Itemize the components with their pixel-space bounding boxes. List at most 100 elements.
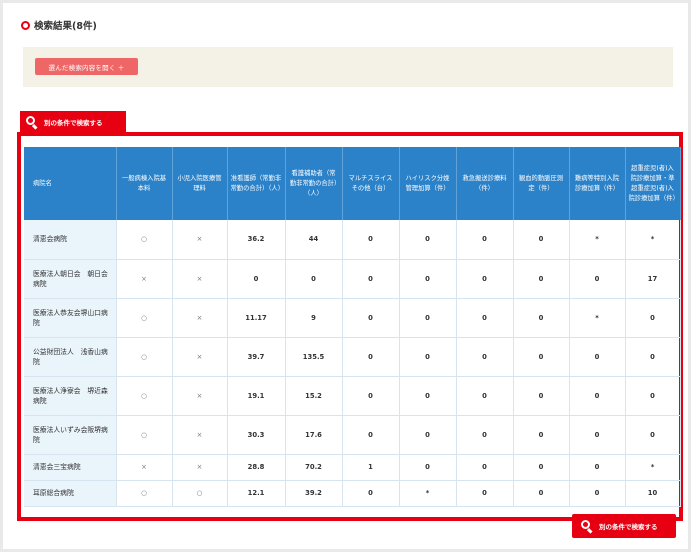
hospital-name-cell[interactable]: 清恵会三宝病院 bbox=[24, 454, 117, 481]
table-cell: ○ bbox=[116, 480, 173, 507]
table-cell: 0 bbox=[227, 259, 286, 299]
table-cell: × bbox=[172, 376, 228, 416]
table-cell: 0 bbox=[456, 480, 514, 507]
table-cell: 0 bbox=[399, 337, 457, 377]
table-cell: 44 bbox=[285, 220, 343, 260]
table-cell: 0 bbox=[456, 298, 514, 338]
table-cell: 28.8 bbox=[227, 454, 286, 481]
table-cell: 0 bbox=[513, 415, 570, 455]
table-cell: 0 bbox=[342, 220, 400, 260]
table-cell: 1 bbox=[342, 454, 400, 481]
hospital-name-cell[interactable]: 清恵会病院 bbox=[24, 220, 117, 260]
circle-bullet-icon bbox=[21, 20, 30, 30]
table-cell: 15.2 bbox=[285, 376, 343, 416]
column-header: 難病等特別入院診療加算（件） bbox=[569, 147, 626, 220]
table-cell: 0 bbox=[342, 337, 400, 377]
table-cell: 0 bbox=[456, 337, 514, 377]
table-cell: × bbox=[172, 298, 228, 338]
table-cell: * bbox=[625, 454, 681, 481]
table-row: 清恵会三宝病院 × × 28.8 70.2 1 0 0 0 0 * bbox=[24, 454, 681, 481]
results-heading: 検索結果(8件) bbox=[21, 18, 97, 32]
table-cell: 39.7 bbox=[227, 337, 286, 377]
table-row: 医療法人いずみ会阪堺病院 ○ × 30.3 17.6 0 0 0 0 0 0 bbox=[24, 415, 681, 455]
open-conditions-button[interactable]: 選んだ検索内容を開く ＋ bbox=[35, 58, 138, 75]
table-cell: ○ bbox=[116, 298, 173, 338]
search-icon bbox=[580, 519, 594, 534]
column-header: 看護補助者（常勤非常勤の合計）（人） bbox=[285, 147, 343, 220]
table-cell: 0 bbox=[456, 376, 514, 416]
hospital-name-cell[interactable]: 公益財団法人 浅香山病院 bbox=[24, 337, 117, 377]
table-cell: 0 bbox=[456, 259, 514, 299]
table-cell: 10 bbox=[625, 480, 681, 507]
table-cell: 0 bbox=[569, 480, 626, 507]
table-cell: 0 bbox=[285, 259, 343, 299]
table-cell: 0 bbox=[569, 259, 626, 299]
table-cell: 0 bbox=[456, 220, 514, 260]
results-table: 病院名 一般病棟入院基本料 小児入院医療管理料 准看護師（常勤非常勤の合計）（人… bbox=[24, 147, 681, 507]
table-cell: 9 bbox=[285, 298, 343, 338]
other-conditions-label: 別の条件で検索する bbox=[44, 118, 103, 127]
table-cell: ○ bbox=[116, 415, 173, 455]
table-cell: 0 bbox=[342, 415, 400, 455]
table-cell: 0 bbox=[513, 376, 570, 416]
table-cell: × bbox=[172, 220, 228, 260]
table-cell: 0 bbox=[342, 259, 400, 299]
table-cell: × bbox=[116, 259, 173, 299]
hospital-name-cell[interactable]: 医療法人朝日会 朝日会病院 bbox=[24, 259, 117, 299]
table-cell: × bbox=[172, 415, 228, 455]
table-cell: 0 bbox=[342, 298, 400, 338]
column-header: 小児入院医療管理料 bbox=[172, 147, 228, 220]
table-cell: 0 bbox=[399, 454, 457, 481]
table-cell: 0 bbox=[399, 376, 457, 416]
table-row: 耳原総合病院 ○ ○ 12.1 39.2 0 * 0 0 0 10 bbox=[24, 480, 681, 507]
results-heading-text: 検索結果(8件) bbox=[34, 21, 97, 32]
table-cell: 0 bbox=[625, 298, 681, 338]
table-cell: 0 bbox=[456, 415, 514, 455]
table-cell: 0 bbox=[625, 337, 681, 377]
table-cell: 0 bbox=[513, 259, 570, 299]
table-cell: × bbox=[172, 259, 228, 299]
table-header-row: 病院名 一般病棟入院基本料 小児入院医療管理料 准看護師（常勤非常勤の合計）（人… bbox=[24, 147, 681, 220]
table-cell: 0 bbox=[456, 454, 514, 481]
table-cell: * bbox=[569, 220, 626, 260]
table-cell: × bbox=[172, 337, 228, 377]
table-cell: ○ bbox=[116, 337, 173, 377]
hospital-name-cell[interactable]: 医療法人浄寮会 堺近森病院 bbox=[24, 376, 117, 416]
table-cell: 0 bbox=[342, 376, 400, 416]
page-frame: 検索結果(8件) 選んだ検索内容を開く ＋ 別の条件で検索する 病院名 一般病棟… bbox=[3, 3, 688, 549]
table-cell: 17.6 bbox=[285, 415, 343, 455]
table-cell: × bbox=[116, 454, 173, 481]
other-conditions-search-button-bottom[interactable]: 別の条件で検索する bbox=[572, 514, 676, 538]
table-cell: 0 bbox=[513, 454, 570, 481]
results-table-frame: 病院名 一般病棟入院基本料 小児入院医療管理料 准看護師（常勤非常勤の合計）（人… bbox=[17, 132, 683, 521]
table-cell: ○ bbox=[116, 220, 173, 260]
hospital-name-cell[interactable]: 医療法人いずみ会阪堺病院 bbox=[24, 415, 117, 455]
table-cell: 70.2 bbox=[285, 454, 343, 481]
column-header: ハイリスク分娩管理加算（件） bbox=[399, 147, 457, 220]
search-conditions-panel: 選んだ検索内容を開く ＋ bbox=[23, 47, 673, 87]
table-cell: 39.2 bbox=[285, 480, 343, 507]
table-cell: 0 bbox=[399, 259, 457, 299]
table-cell: × bbox=[172, 454, 228, 481]
table-cell: 0 bbox=[569, 337, 626, 377]
other-conditions-label: 別の条件で検索する bbox=[599, 523, 658, 531]
table-cell: 0 bbox=[399, 298, 457, 338]
table-row: 医療法人恭友会堺山口病院 ○ × 11.17 9 0 0 0 0 * 0 bbox=[24, 298, 681, 338]
search-icon bbox=[25, 115, 39, 129]
hospital-name-cell[interactable]: 医療法人恭友会堺山口病院 bbox=[24, 298, 117, 338]
table-cell: 0 bbox=[625, 415, 681, 455]
column-header: マルチスライス その他（台） bbox=[342, 147, 400, 220]
table-cell: 0 bbox=[342, 480, 400, 507]
table-cell: 11.17 bbox=[227, 298, 286, 338]
hospital-name-cell[interactable]: 耳原総合病院 bbox=[24, 480, 117, 507]
table-cell: 135.5 bbox=[285, 337, 343, 377]
table-cell: * bbox=[625, 220, 681, 260]
table-cell: 12.1 bbox=[227, 480, 286, 507]
table-row: 医療法人朝日会 朝日会病院 × × 0 0 0 0 0 0 0 17 bbox=[24, 259, 681, 299]
table-row: 医療法人浄寮会 堺近森病院 ○ × 19.1 15.2 0 0 0 0 0 0 bbox=[24, 376, 681, 416]
table-cell: 30.3 bbox=[227, 415, 286, 455]
table-cell: 0 bbox=[399, 415, 457, 455]
other-conditions-search-button-top[interactable]: 別の条件で検索する bbox=[20, 111, 126, 132]
table-cell: 0 bbox=[625, 376, 681, 416]
table-cell: 0 bbox=[399, 220, 457, 260]
